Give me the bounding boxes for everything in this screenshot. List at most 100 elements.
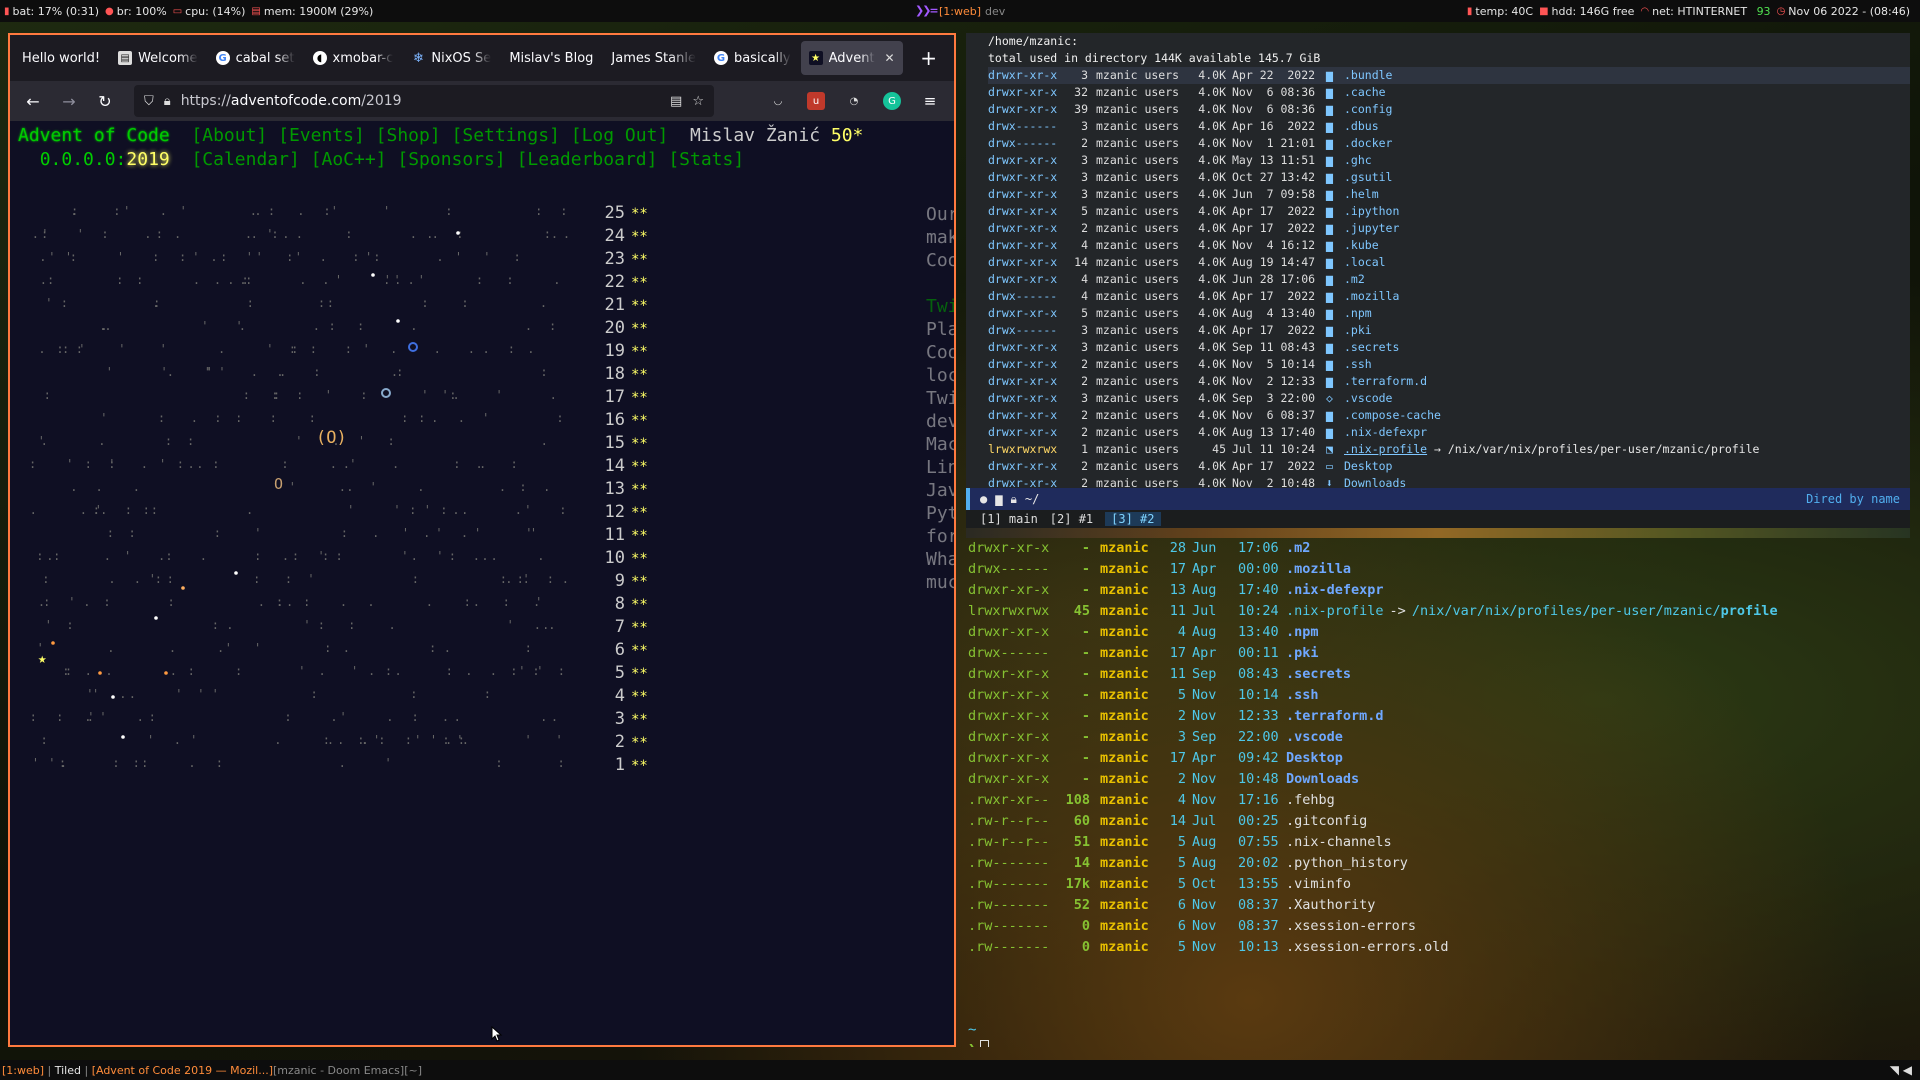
nav-about[interactable]: [About] — [191, 125, 267, 146]
calendar-day-18[interactable]: 18 ** — [593, 364, 673, 387]
calendar-day-6[interactable]: 6 ** — [593, 640, 673, 663]
dired-filename[interactable]: .kube — [1344, 237, 1379, 254]
dired-filename[interactable]: .nix-defexpr — [1344, 424, 1427, 441]
dired-filename[interactable]: .compose-cache — [1344, 407, 1441, 424]
dired-row[interactable]: drwx------ 2 mzanic users 4.0K Nov 1 21:01 ▆.… — [988, 135, 1910, 152]
calendar-day-14[interactable]: 14 ** — [593, 456, 673, 479]
calendar-day-5[interactable]: 5 ** — [593, 663, 673, 686]
workspace-1[interactable]: [2] #1 — [1050, 512, 1093, 526]
calendar-day-22[interactable]: 22 ** — [593, 272, 673, 295]
workspace-2[interactable]: [3] #2 — [1105, 512, 1161, 526]
dired-filename[interactable]: .ssh — [1344, 356, 1372, 373]
dired-row[interactable]: drwx------ 3 mzanic users 4.0K Apr 17 2022 ▆.… — [988, 322, 1910, 339]
calendar-day-11[interactable]: 11 ** — [593, 525, 673, 548]
shell-prompt[interactable]: ~ ❯ — [968, 1022, 990, 1047]
dired-row[interactable]: drwxr-xr-x 14 mzanic users 4.0K Aug 19 14:47… — [988, 254, 1910, 271]
dired-filename[interactable]: .m2 — [1344, 271, 1365, 288]
dired-row[interactable]: drwxr-xr-x 2 mzanic users 4.0K Nov 2 10:48 ⬇ D… — [988, 475, 1910, 488]
grammarly-icon[interactable]: G — [883, 92, 901, 110]
nav-leaderboard[interactable]: [Leaderboard] — [517, 149, 658, 170]
calendar-day-12[interactable]: 12 ** — [593, 502, 673, 525]
dired-row[interactable]: drwxr-xr-x 2 mzanic users 4.0K Apr 17 2022 ▭ D… — [988, 458, 1910, 475]
bookmark-star-icon[interactable]: ☆ — [692, 94, 704, 109]
dired-row[interactable]: drwxr-xr-x 2 mzanic users 4.0K Nov 5 10:14 ▆.… — [988, 356, 1910, 373]
dired-filename[interactable]: .helm — [1344, 186, 1379, 203]
aoc-calendar[interactable]: '... '.: '::. '::::..: '.:.::...:... '.:: '.: '… — [18, 203, 698, 803]
calendar-day-21[interactable]: 21 ** — [593, 295, 673, 318]
dired-row[interactable]: drwxr-xr-x 32 mzanic users 4.0K Nov 6 08:36 ▆… — [988, 84, 1910, 101]
calendar-day-19[interactable]: 19 ** — [593, 341, 673, 364]
calendar-day-23[interactable]: 23 ** — [593, 249, 673, 272]
close-tab-icon[interactable]: ✕ — [885, 51, 895, 65]
reload-button[interactable]: ↻ — [90, 86, 120, 116]
back-button[interactable]: ← — [18, 86, 48, 116]
nav-stats[interactable]: [Stats] — [668, 149, 744, 170]
dired-row[interactable]: drwx------ 3 mzanic users 4.0K Apr 16 2022 ▆.… — [988, 118, 1910, 135]
dired-row[interactable]: drwxr-xr-x 2 mzanic users 4.0K Nov 2 12:33 ▆.… — [988, 373, 1910, 390]
nav-aocpp[interactable]: [AoC++] — [311, 149, 387, 170]
calendar-day-3[interactable]: 3 ** — [593, 709, 673, 732]
dired-row[interactable]: drwxr-xr-x 39 mzanic users 4.0K Nov 6 08:36 ▆… — [988, 101, 1910, 118]
tab-mislav-blog[interactable]: Mislav's Blog — [501, 41, 601, 75]
dired-row[interactable]: drwx------ 4 mzanic users 4.0K Apr 17 2022 ▆.… — [988, 288, 1910, 305]
dired-row[interactable]: drwxr-xr-x 2 mzanic users 4.0K Aug 13 17:40 ▆… — [988, 424, 1910, 441]
dired-row[interactable]: drwxr-xr-x 3 mzanic users 4.0K Sep 11 08:43 ▆… — [988, 339, 1910, 356]
dired-filename[interactable]: .cache — [1344, 84, 1386, 101]
dired-filename[interactable]: .vscode — [1344, 390, 1392, 407]
tab-hello-world[interactable]: Hello world! — [14, 41, 108, 75]
nav-logout[interactable]: [Log Out] — [571, 125, 669, 146]
dired-row[interactable]: drwxr-xr-x 3 mzanic users 4.0K Apr 22 2022 ▆.… — [988, 67, 1910, 84]
reader-view-icon[interactable]: ▤ — [670, 94, 682, 109]
url-bar[interactable]: ⛉ 🔒︎ https://adventofcode.com/2019 ▤ ☆ — [134, 85, 714, 117]
dired-filename[interactable]: .dbus — [1344, 118, 1379, 135]
dired-filename[interactable]: .bundle — [1344, 67, 1392, 84]
dired-row[interactable]: drwxr-xr-x 3 mzanic users 4.0K Oct 27 13:42 ▆… — [988, 169, 1910, 186]
dired-filename[interactable]: .secrets — [1344, 339, 1399, 356]
calendar-day-25[interactable]: 25 ** — [593, 203, 673, 226]
dired-filename[interactable]: .nix-profile — [1344, 441, 1427, 458]
calendar-day-1[interactable]: 1 ** — [593, 755, 673, 778]
calendar-day-13[interactable]: 13 ** — [593, 479, 673, 502]
shield-icon[interactable]: ⛉ — [144, 94, 154, 109]
tab-nixos[interactable]: ❄ NixOS Se — [403, 41, 499, 75]
calendar-day-9[interactable]: 9 ** — [593, 571, 673, 594]
dired-row[interactable]: drwxr-xr-x 3 mzanic users 4.0K Jun 7 09:58 ▆.… — [988, 186, 1910, 203]
calendar-day-20[interactable]: 20 ** — [593, 318, 673, 341]
dired-filename[interactable]: .mozilla — [1344, 288, 1399, 305]
dired-row[interactable]: drwxr-xr-x 2 mzanic users 4.0K Apr 17 2022 ▆.… — [988, 220, 1910, 237]
nav-calendar[interactable]: [Calendar] — [191, 149, 299, 170]
dired-filename[interactable]: .docker — [1344, 135, 1392, 152]
calendar-day-16[interactable]: 16 ** — [593, 410, 673, 433]
dired-filename[interactable]: .terraform.d — [1344, 373, 1427, 390]
aoc-title[interactable]: Advent of Code — [18, 125, 170, 146]
dired-row[interactable]: drwxr-xr-x 5 mzanic users 4.0K Apr 17 2022 ▆.… — [988, 203, 1910, 220]
nav-sponsors[interactable]: [Sponsors] — [397, 149, 505, 170]
calendar-day-7[interactable]: 7 ** — [593, 617, 673, 640]
dired-row[interactable]: drwxr-xr-x 5 mzanic users 4.0K Aug 4 13:40 ▆.… — [988, 305, 1910, 322]
dired-filename[interactable]: .gsutil — [1344, 169, 1392, 186]
forward-button[interactable]: → — [54, 86, 84, 116]
calendar-day-24[interactable]: 24 ** — [593, 226, 673, 249]
dired-row[interactable]: drwxr-xr-x 2 mzanic users 4.0K Nov 6 08:37 ▆.… — [988, 407, 1910, 424]
tab-cabal[interactable]: Gcabal set — [208, 41, 303, 75]
dired-filename[interactable]: .ipython — [1344, 203, 1399, 220]
dired-row[interactable]: drwxr-xr-x 3 mzanic users 4.0K Sep 3 22:00 ◇.… — [988, 390, 1910, 407]
tab-xmobar[interactable]: ◖ xmobar-c — [305, 41, 402, 75]
tab-james-stanley[interactable]: James Stanle — [603, 41, 704, 75]
calendar-day-2[interactable]: 2 ** — [593, 732, 673, 755]
tab-basically[interactable]: Gbasically — [706, 41, 799, 75]
nav-shop[interactable]: [Shop] — [376, 125, 441, 146]
calendar-day-17[interactable]: 17 ** — [593, 387, 673, 410]
dired-buffer[interactable]: /home/mzanic: total used in directory 14… — [966, 33, 1910, 488]
ublock-icon[interactable]: u — [807, 92, 825, 110]
dired-filename[interactable]: Downloads — [1344, 475, 1406, 488]
dired-filename[interactable]: .npm — [1344, 305, 1372, 322]
dired-row[interactable]: lrwxrwxrwx 1 mzanic users 45 Jul 11 10:24 ⬔ .n… — [988, 441, 1910, 458]
workspace-main[interactable]: [1] main — [980, 512, 1038, 526]
dired-filename[interactable]: Desktop — [1344, 458, 1392, 475]
calendar-day-8[interactable]: 8 ** — [593, 594, 673, 617]
wifi-tray-icon[interactable]: ◥ — [1890, 1063, 1899, 1077]
dired-row[interactable]: drwxr-xr-x 4 mzanic users 4.0K Nov 4 16:12 ▆.… — [988, 237, 1910, 254]
menu-icon[interactable]: ≡ — [921, 92, 939, 110]
tab-welcome[interactable]: ▤ Welcome — [110, 41, 205, 75]
